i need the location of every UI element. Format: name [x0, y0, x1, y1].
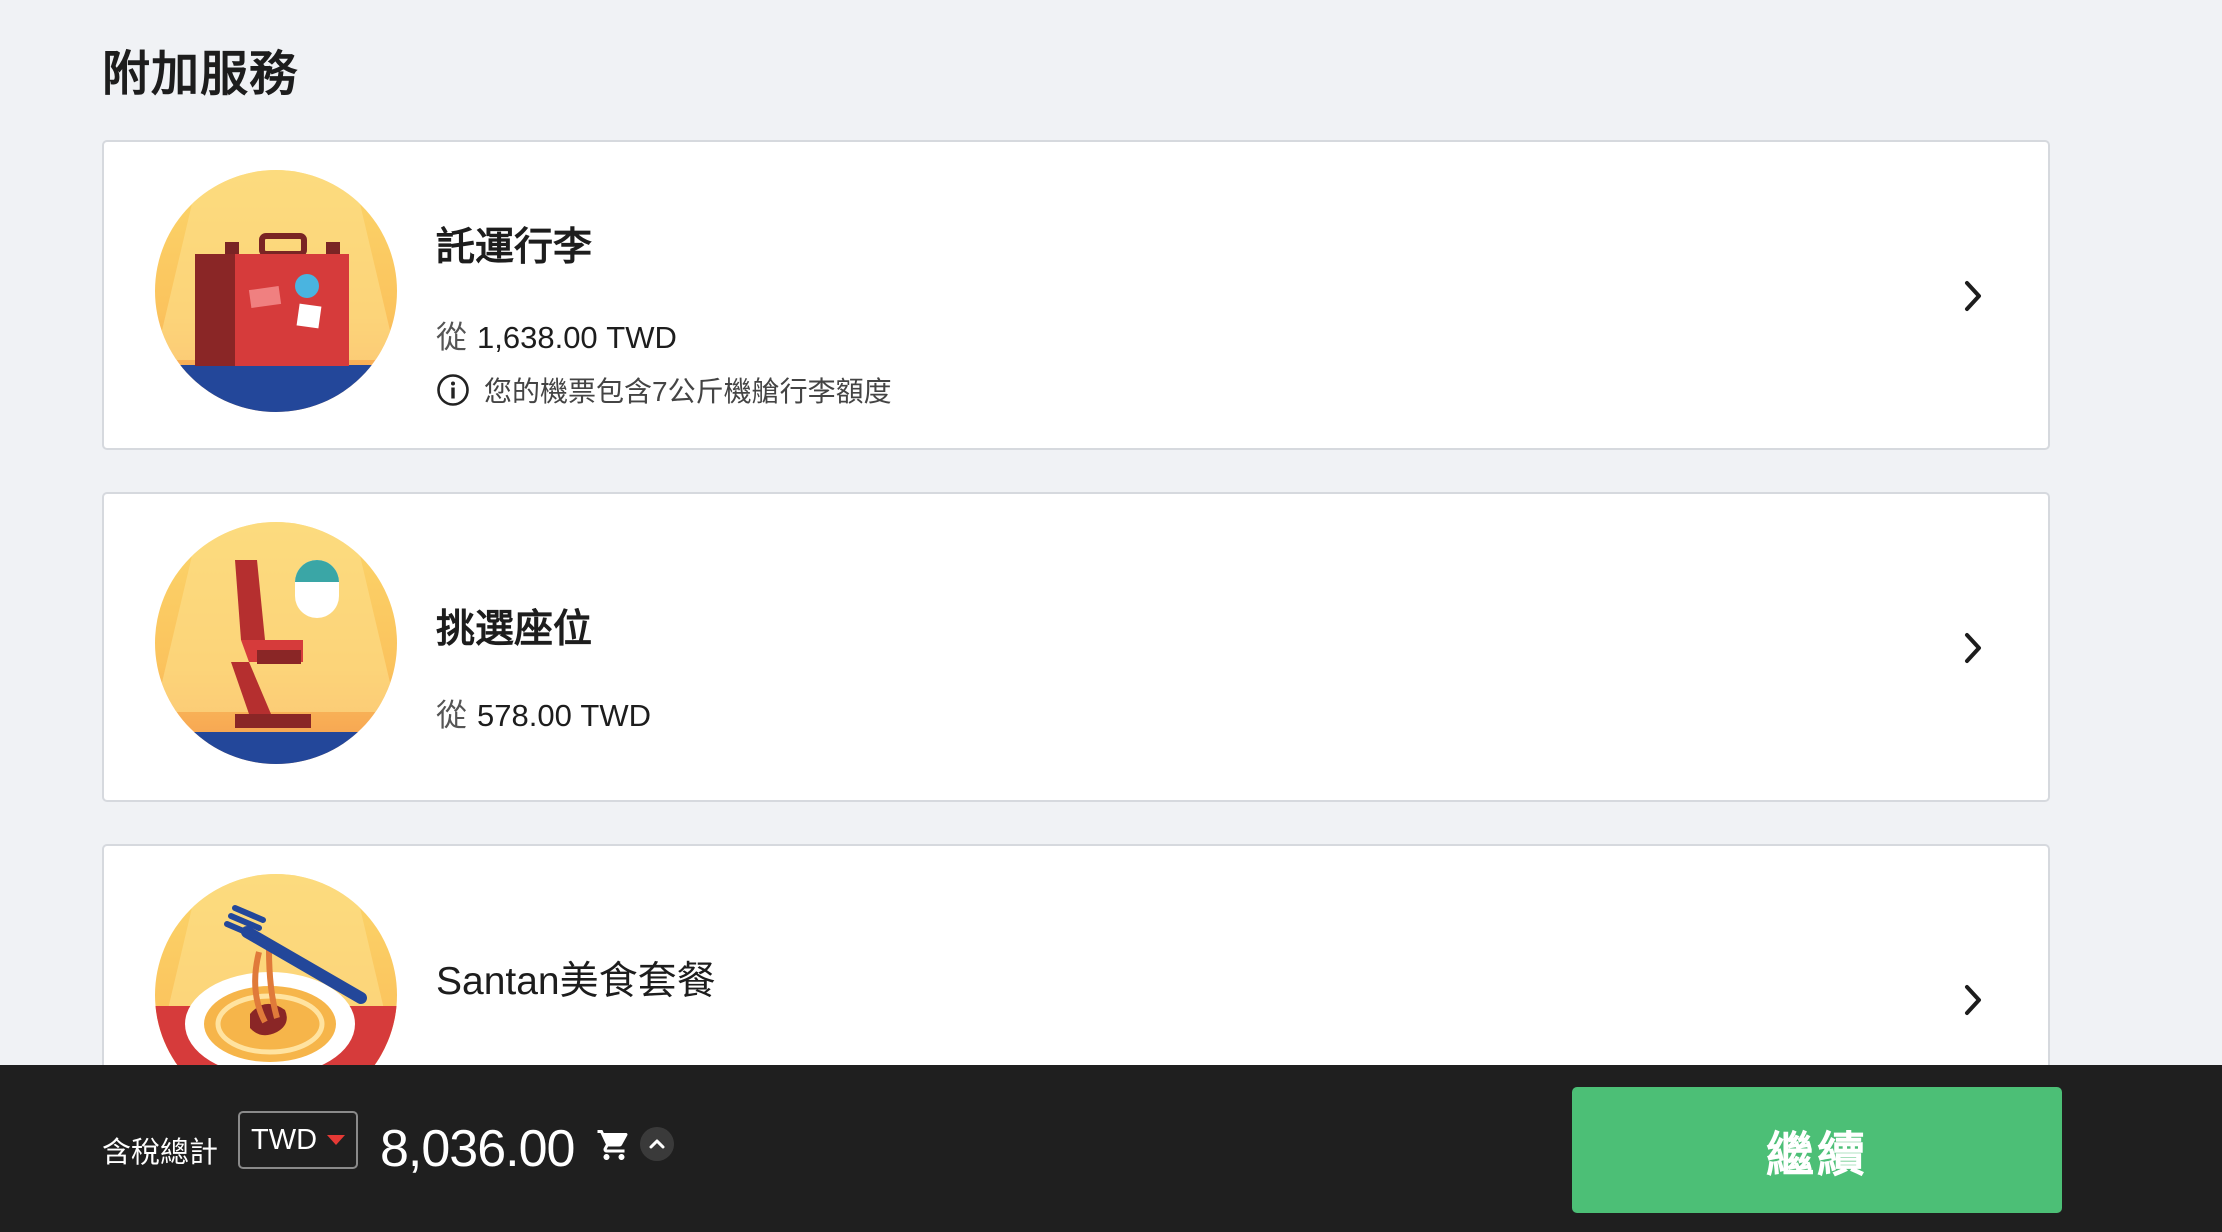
checkout-bar: 含稅總計 TWD 8,036.00 繼續	[0, 1065, 2222, 1232]
service-title: Santan美食套餐	[436, 960, 716, 1003]
info-icon	[437, 374, 469, 406]
currency-value: TWD	[251, 1123, 318, 1156]
price-value: 1,638.00 TWD	[477, 320, 677, 355]
continue-button[interactable]: 繼續	[1572, 1087, 2062, 1213]
service-card-baggage[interactable]: 託運行李 從 1,638.00 TWD 您的機票包含7公斤機艙行李額度	[102, 140, 2050, 450]
chevron-right-icon[interactable]	[1962, 982, 1986, 1018]
baggage-allowance-note: 您的機票包含7公斤機艙行李額度	[436, 370, 892, 410]
service-card-seat[interactable]: 挑選座位 從 578.00 TWD	[102, 492, 2050, 802]
info-text: 您的機票包含7公斤機艙行李額度	[484, 376, 892, 407]
total-amount: 8,036.00	[380, 1120, 575, 1178]
from-label: 從	[436, 698, 467, 733]
chevron-right-icon[interactable]	[1962, 278, 1986, 314]
currency-select[interactable]: TWD	[238, 1111, 358, 1169]
cart-icon[interactable]	[596, 1127, 632, 1163]
from-label: 從	[436, 320, 467, 355]
chevron-up-icon[interactable]	[640, 1127, 674, 1161]
page-title: 附加服務	[102, 48, 299, 101]
price-value: 578.00 TWD	[477, 698, 652, 733]
seat-illustration	[155, 522, 397, 764]
total-label: 含稅總計	[102, 1137, 219, 1169]
service-title: 託運行李	[436, 226, 593, 269]
service-price: 從 1,638.00 TWD	[436, 312, 677, 357]
chevron-right-icon[interactable]	[1962, 630, 1986, 666]
caret-down-icon	[327, 1135, 346, 1145]
service-price: 從 578.00 TWD	[436, 690, 651, 735]
baggage-illustration	[155, 170, 397, 412]
service-title: 挑選座位	[436, 608, 593, 651]
